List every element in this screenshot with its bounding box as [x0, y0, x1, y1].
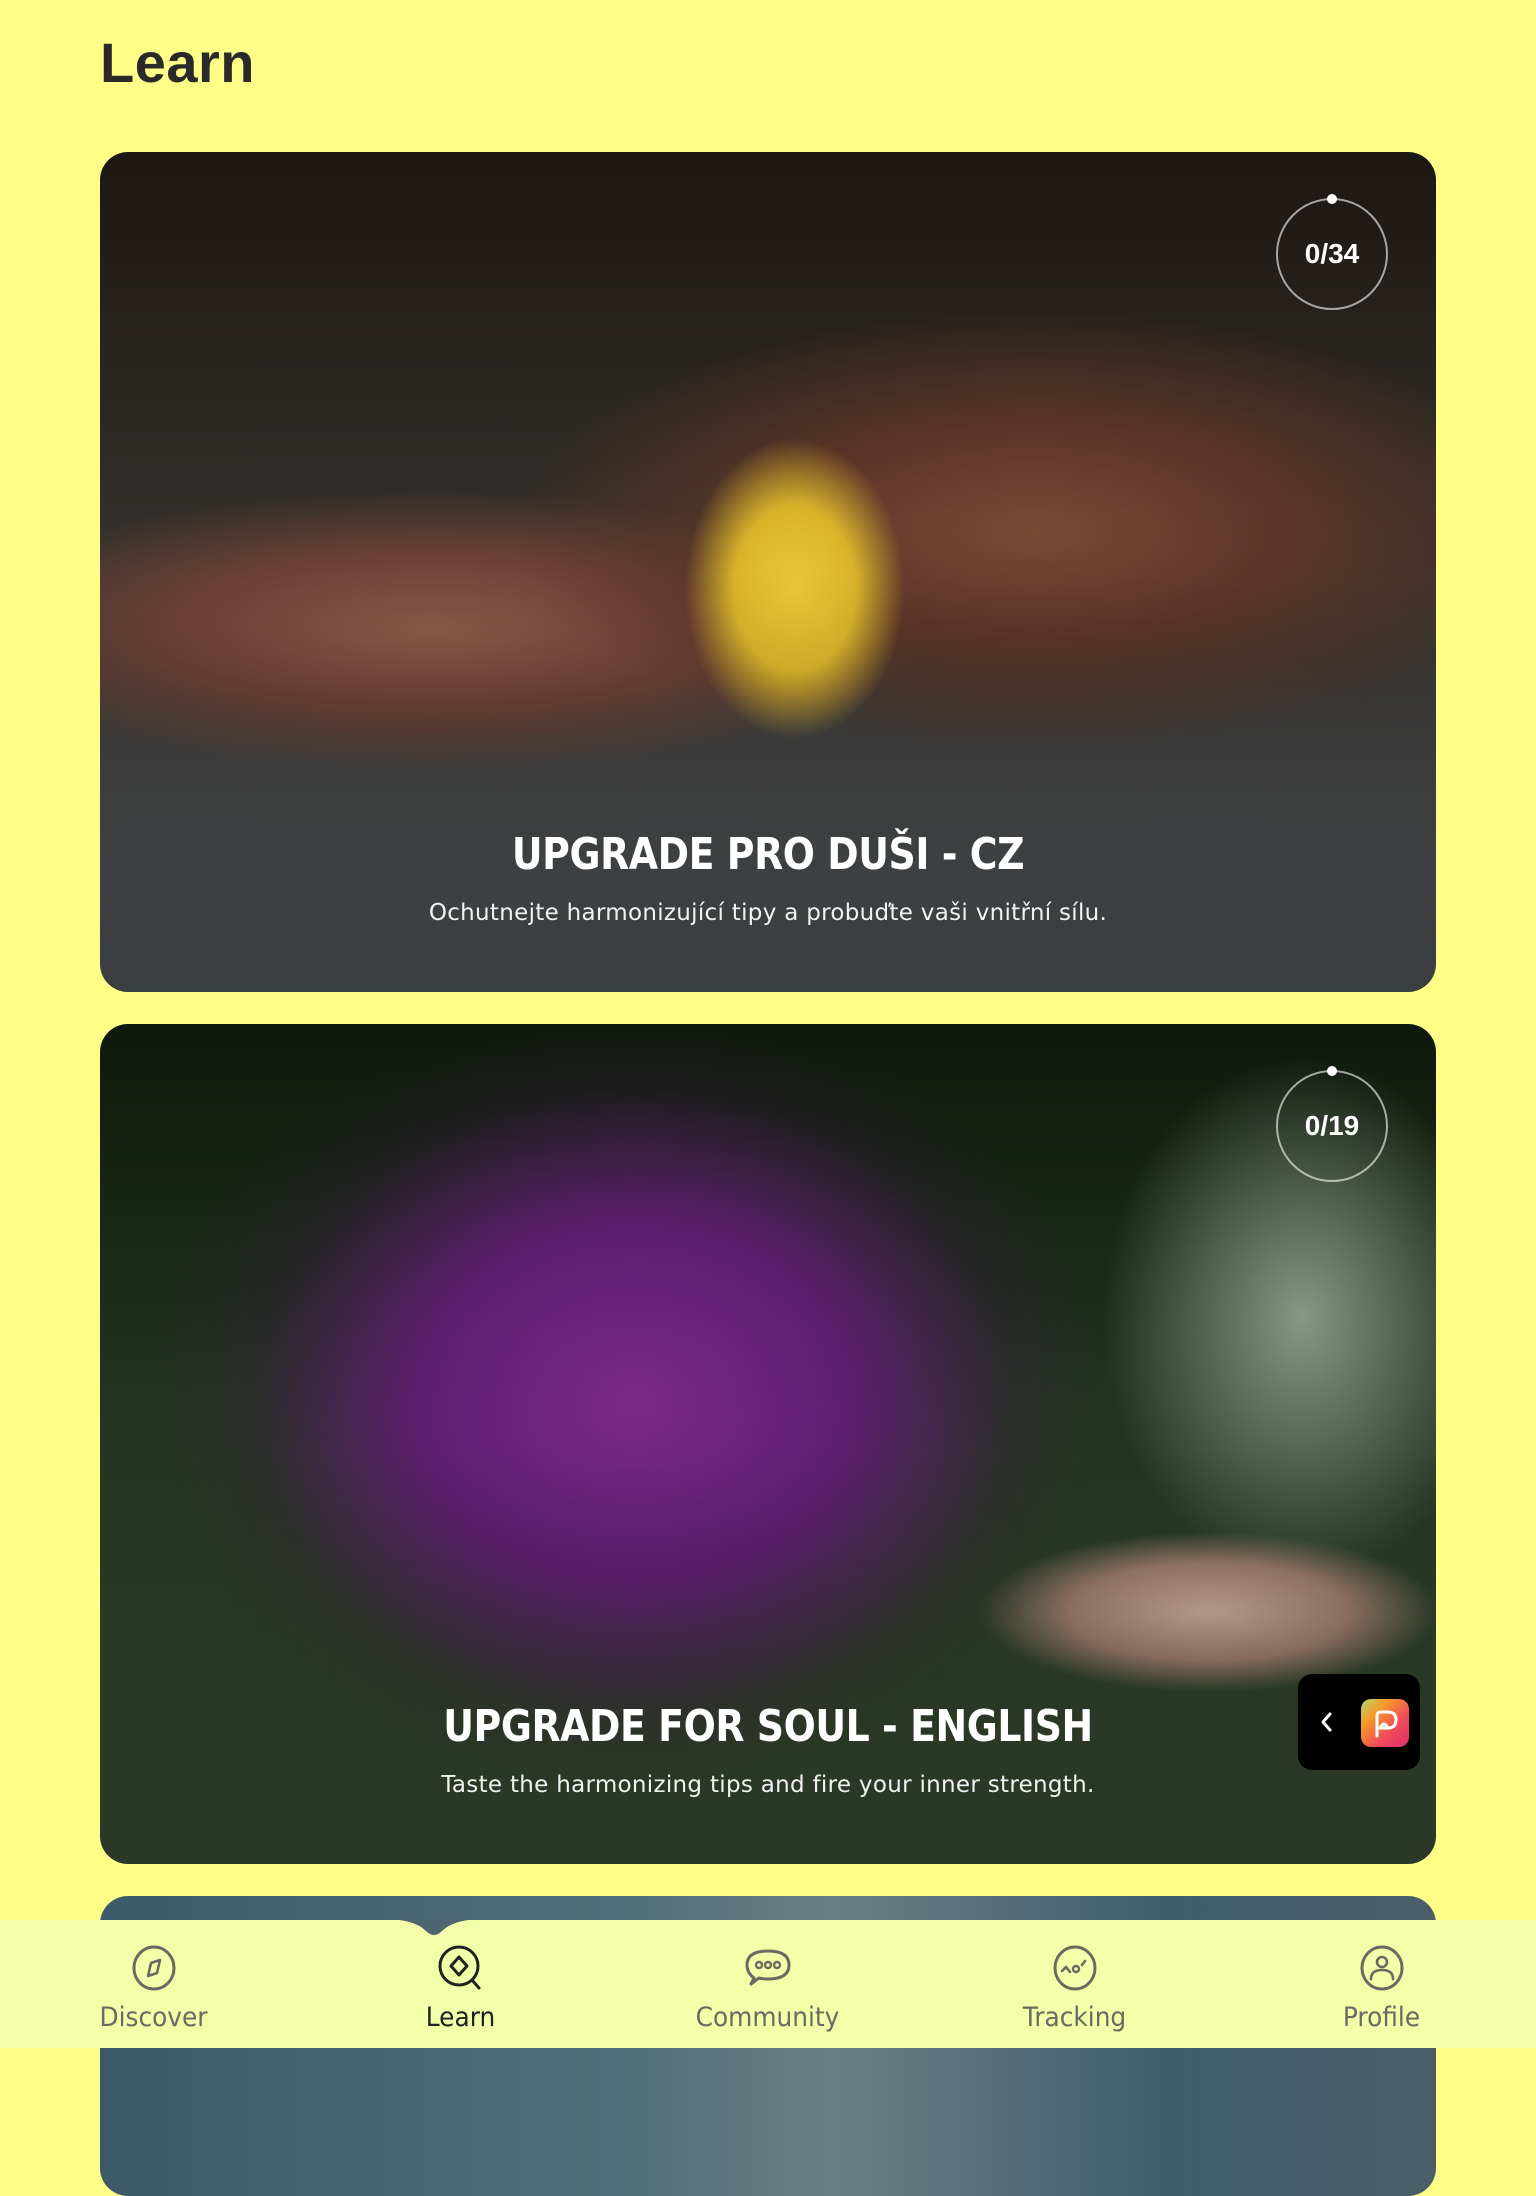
progress-ring: 0/34 — [1276, 194, 1388, 310]
progress-indicator-dot — [1327, 194, 1337, 204]
chevron-left-icon[interactable] — [1312, 1702, 1342, 1742]
course-subtitle: Taste the harmonizing tips and fire your… — [441, 1772, 1095, 1798]
chat-bubble-icon — [745, 1949, 790, 1986]
bottom-navigation: Discover Learn Community Tracking Profil… — [0, 1919, 1536, 2048]
nav-item-profile[interactable]: Profile — [1228, 1920, 1535, 2048]
nav-label: Tracking — [1022, 2002, 1127, 2033]
compass-icon — [132, 1945, 175, 1991]
nav-item-community[interactable]: Community — [614, 1920, 921, 2048]
course-card-upgrade-for-soul[interactable]: 0/19 UPGRADE FOR SOUL - ENGLISH Taste th… — [100, 1024, 1436, 1864]
progress-indicator-dot — [1327, 1066, 1337, 1076]
progress-text: 0/19 — [1304, 1110, 1360, 1141]
floating-app-widget[interactable] — [1298, 1674, 1420, 1770]
learn-search-icon — [438, 1945, 480, 1990]
nav-label: Community — [695, 2002, 840, 2033]
app-logo-icon[interactable] — [1361, 1699, 1409, 1747]
progress-ring: 0/19 — [1276, 1066, 1388, 1182]
progress-text: 0/34 — [1304, 238, 1360, 269]
course-title: UPGRADE FOR SOUL - ENGLISH — [443, 1701, 1093, 1752]
nav-label: Profile — [1342, 2002, 1421, 2033]
nav-label: Discover — [99, 2002, 208, 2033]
page-title: Learn — [100, 31, 255, 94]
tracking-chart-icon — [1053, 1945, 1096, 1991]
course-title: UPGRADE PRO DUŠI - CZ — [511, 829, 1025, 880]
nav-item-learn[interactable]: Learn — [307, 1920, 614, 2048]
nav-item-tracking[interactable]: Tracking — [921, 1920, 1228, 2048]
course-card-upgrade-pro-dusi[interactable]: 0/34 UPGRADE PRO DUŠI - CZ Ochutnejte ha… — [100, 152, 1436, 992]
nav-label: Learn — [425, 2002, 496, 2033]
nav-item-discover[interactable]: Discover — [0, 1920, 307, 2048]
course-subtitle: Ochutnejte harmonizující tipy a probuďte… — [428, 900, 1108, 926]
profile-icon — [1360, 1945, 1403, 1991]
